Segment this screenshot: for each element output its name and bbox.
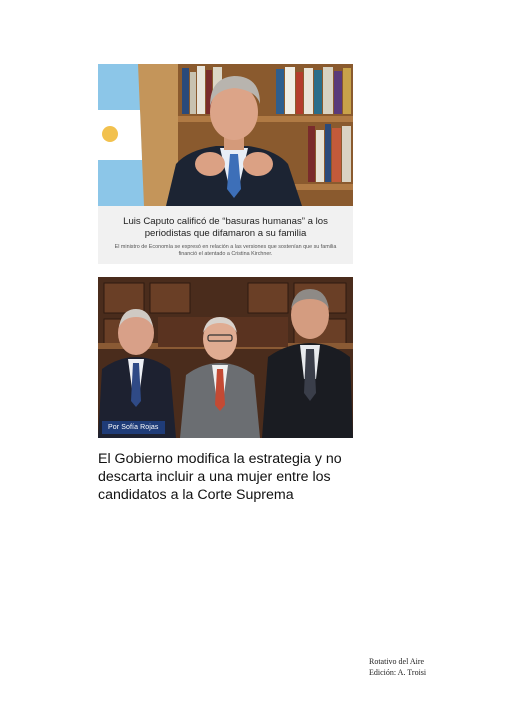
colophon: Rotativo del Aire Edición: A. Troisi xyxy=(369,656,426,678)
article-summary: El ministro de Economía se expresó en re… xyxy=(114,244,337,257)
article-headline-corte-suprema[interactable]: El Gobierno modifica la estrategia y no … xyxy=(98,450,368,504)
caputo-photo xyxy=(98,64,353,206)
article-card-caputo[interactable]: Luis Caputo calificó de “basuras humanas… xyxy=(98,64,353,264)
author-badge: Por Sofía Rojas xyxy=(102,421,165,434)
supreme-court-photo[interactable]: Por Sofía Rojas xyxy=(98,277,353,438)
article-card-text: Luis Caputo calificó de “basuras humanas… xyxy=(98,206,353,264)
publication-name: Rotativo del Aire xyxy=(369,657,425,666)
edition-credit: Edición: A. Troisi xyxy=(369,668,427,677)
article-headline[interactable]: Luis Caputo calificó de “basuras humanas… xyxy=(108,216,343,239)
